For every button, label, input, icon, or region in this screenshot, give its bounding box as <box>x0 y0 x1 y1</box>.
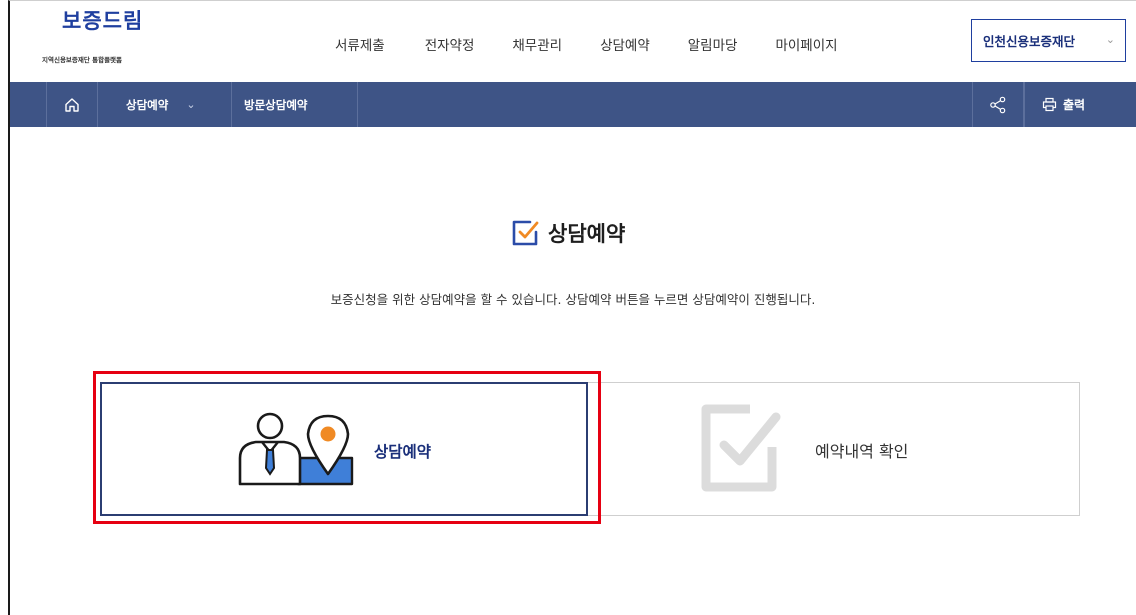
page-frame: 보증드림 지역신용보증재단 통합플랫폼 서류제출 전자약정 채무관리 상담예약 … <box>8 0 1136 615</box>
reservation-history-button[interactable]: 예약내역 확인 <box>570 382 1080 516</box>
share-icon <box>990 96 1006 113</box>
home-icon <box>65 97 79 112</box>
nav-item-consult-reservation[interactable]: 상담예약 <box>600 34 650 54</box>
page-description: 보증신청을 위한 상담예약을 할 수 있습니다. 상담예약 버튼을 누르면 상담… <box>330 292 816 307</box>
share-button[interactable] <box>972 82 1024 127</box>
page-title: 상담예약 <box>510 218 625 248</box>
print-button[interactable]: 출력 <box>1024 82 1102 127</box>
logo-subtitle: 지역신용보증재단 통합플랫폼 <box>42 56 123 64</box>
nav-item-document-submit[interactable]: 서류제출 <box>335 34 385 54</box>
reservation-history-label: 예약내역 확인 <box>815 442 909 461</box>
check-box-icon <box>701 404 781 492</box>
breadcrumb-depth2-label: 방문상담예약 <box>244 97 308 112</box>
nav-item-e-contract[interactable]: 전자약정 <box>425 34 475 54</box>
main-nav: 서류제출 전자약정 채무관리 상담예약 알림마당 마이페이지 <box>335 34 876 54</box>
page-title-text: 상담예약 <box>548 222 626 246</box>
consult-reservation-label: 상담예약 <box>374 443 432 461</box>
print-label: 출력 <box>1062 98 1086 112</box>
breadcrumb-depth1-label: 상담예약 <box>126 97 169 112</box>
chevron-down-icon: ⌄ <box>186 98 196 111</box>
print-icon <box>1042 97 1057 112</box>
consult-reservation-button[interactable]: 상담예약 <box>100 382 588 516</box>
breadcrumb-depth2[interactable]: 방문상담예약 <box>232 82 358 127</box>
site-logo[interactable]: 보증드림 지역신용보증재단 통합플랫폼 <box>40 3 170 64</box>
check-square-icon <box>512 220 539 246</box>
location-bar: 상담예약 ⌄ 방문상담예약 출력 <box>10 82 1136 127</box>
logo-text: 보증드림 <box>62 9 144 33</box>
chevron-down-icon: ⌄ <box>1105 33 1115 46</box>
org-select-value: 인천신용보증재단 <box>983 34 1076 49</box>
org-select-dropdown[interactable]: 인천신용보증재단 ⌄ <box>971 19 1126 62</box>
site-header: 보증드림 지역신용보증재단 통합플랫폼 서류제출 전자약정 채무관리 상담예약 … <box>10 1 1136 82</box>
home-button[interactable] <box>46 82 98 127</box>
breadcrumb-depth1-dropdown[interactable]: 상담예약 ⌄ <box>98 82 232 127</box>
nav-item-mypage[interactable]: 마이페이지 <box>775 34 837 54</box>
action-cards: 예약내역 확인 상담예약 <box>100 382 1080 516</box>
consult-people-icon <box>238 412 354 486</box>
nav-item-debt-management[interactable]: 채무관리 <box>512 34 562 54</box>
nav-item-notice[interactable]: 알림마당 <box>688 34 738 54</box>
